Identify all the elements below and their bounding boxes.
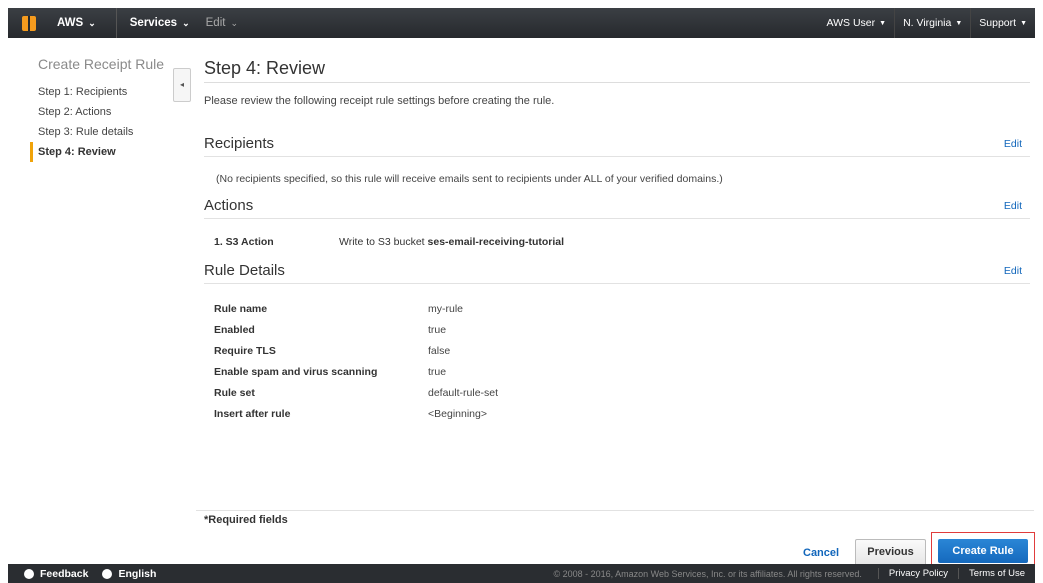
aws-menu-label: AWS <box>57 17 84 29</box>
caret-down-icon: ▼ <box>879 19 887 27</box>
edit-recipients-link[interactable]: Edit <box>1004 138 1022 150</box>
edit-actions-link[interactable]: Edit <box>1004 200 1022 212</box>
sidebar-item-step-4[interactable]: Step 4: Review <box>30 142 170 162</box>
terms-of-use-link[interactable]: Terms of Use <box>958 568 1025 579</box>
rule-details-heading: Rule Details <box>204 262 285 279</box>
actions-section-header: Actions Edit <box>204 197 1030 219</box>
edit-rule-details-link[interactable]: Edit <box>1004 265 1022 277</box>
cancel-button[interactable]: Cancel <box>803 546 839 560</box>
rule-details-list: Rule name my-rule Enabled true Require T… <box>214 303 498 429</box>
aws-cube-icon[interactable] <box>21 14 37 32</box>
chevron-down-icon: ⌄ <box>182 17 190 28</box>
chevron-left-icon: ◂ <box>179 80 184 89</box>
language-label: English <box>118 567 157 580</box>
detail-value: true <box>428 366 447 378</box>
detail-key: Require TLS <box>214 345 276 357</box>
required-fields-note: *Required fields <box>204 514 288 526</box>
sidebar-item-step-1[interactable]: Step 1: Recipients <box>30 82 170 102</box>
detail-key: Insert after rule <box>214 408 291 420</box>
sidebar-item-step-2[interactable]: Step 2: Actions <box>30 102 170 122</box>
review-panel: Step 4: Review Please review the followi… <box>204 55 1030 420</box>
speech-bubble-icon <box>24 568 34 579</box>
language-selector[interactable]: English <box>102 568 156 580</box>
edit-menu[interactable]: Edit ⌄ <box>206 8 238 38</box>
caret-down-icon: ▼ <box>1020 19 1027 27</box>
sidebar-item-step-3[interactable]: Step 3: Rule details <box>30 122 170 142</box>
feedback-label: Feedback <box>40 567 89 580</box>
wizard-sidebar: Create Receipt Rule Step 1: Recipients S… <box>30 55 170 162</box>
wizard-steps: Step 1: Recipients Step 2: Actions Step … <box>30 82 170 162</box>
recipients-note: (No recipients specified, so this rule w… <box>216 173 723 185</box>
recipients-heading: Recipients <box>204 135 275 152</box>
copyright-text: © 2008 - 2016, Amazon Web Services, Inc.… <box>553 568 862 579</box>
detail-value: my-rule <box>428 303 464 315</box>
top-navigation-bar: AWS ⌄ Services ⌄ Edit ⌄ AWS User ▼ N. Vi… <box>8 8 1035 38</box>
action-description: Write to S3 bucket <box>339 236 428 248</box>
edit-menu-label: Edit <box>205 17 226 29</box>
collapse-sidebar-button[interactable]: ◂ <box>173 68 191 102</box>
detail-value: true <box>428 324 447 336</box>
detail-value: default-rule-set <box>428 387 499 399</box>
detail-value: false <box>428 345 451 357</box>
form-footer-divider <box>196 510 1034 511</box>
services-menu-label: Services <box>129 17 178 29</box>
previous-button[interactable]: Previous <box>855 539 926 566</box>
support-menu[interactable]: Support ▼ <box>970 8 1035 38</box>
services-menu[interactable]: Services ⌄ <box>130 8 190 38</box>
intro-text: Please review the following receipt rule… <box>204 95 555 107</box>
rule-details-section-header: Rule Details Edit <box>204 262 1030 284</box>
detail-row: Insert after rule <Beginning> <box>214 408 498 429</box>
detail-key: Rule name <box>214 303 268 315</box>
globe-icon <box>102 568 113 579</box>
support-menu-label: Support <box>979 17 1017 29</box>
detail-row: Rule set default-rule-set <box>214 387 498 408</box>
page-title: Step 4: Review <box>204 55 1030 83</box>
recipients-section-header: Recipients Edit <box>204 135 1030 157</box>
detail-row: Rule name my-rule <box>214 303 498 324</box>
privacy-policy-link[interactable]: Privacy Policy <box>877 568 948 579</box>
detail-row: Enabled true <box>214 324 498 345</box>
user-menu-label: AWS User <box>826 17 876 29</box>
detail-key: Rule set <box>214 387 255 399</box>
aws-menu[interactable]: AWS ⌄ <box>57 8 117 38</box>
chevron-down-icon: ⌄ <box>230 17 238 28</box>
detail-key: Enable spam and virus scanning <box>214 366 378 378</box>
feedback-link[interactable]: Feedback <box>24 568 88 580</box>
detail-row: Enable spam and virus scanning true <box>214 366 498 387</box>
region-menu-label: N. Virginia <box>903 17 952 29</box>
detail-key: Enabled <box>214 324 255 336</box>
sidebar-title: Create Receipt Rule <box>38 56 165 72</box>
chevron-down-icon: ⌄ <box>88 17 96 28</box>
actions-heading: Actions <box>204 197 254 214</box>
create-rule-button[interactable]: Create Rule <box>938 539 1028 563</box>
caret-down-icon: ▼ <box>955 19 963 27</box>
action-row: 1. S3 Action Write to S3 bucket ses-email… <box>214 236 564 248</box>
action-label: 1. S3 Action <box>214 236 274 248</box>
console-footer: Feedback English © 2008 - 2016, Amazon W… <box>8 564 1035 583</box>
action-bucket-name: ses-email-receiving-tutorial <box>427 236 565 248</box>
detail-row: Require TLS false <box>214 345 498 366</box>
user-menu[interactable]: AWS User ▼ <box>819 8 895 38</box>
detail-value: <Beginning> <box>428 408 487 420</box>
region-menu[interactable]: N. Virginia ▼ <box>894 8 970 38</box>
